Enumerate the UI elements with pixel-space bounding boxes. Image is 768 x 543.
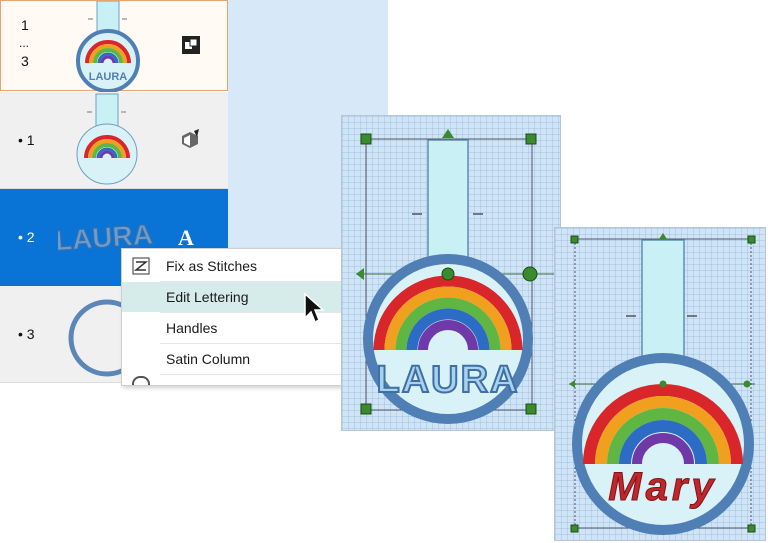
row-index: • 1 xyxy=(18,132,35,148)
preview-after-drawing: Mary xyxy=(569,233,756,535)
resize-handle[interactable] xyxy=(525,403,537,415)
resize-handle[interactable] xyxy=(747,235,756,244)
skew-handle[interactable] xyxy=(569,380,575,388)
object-row-group[interactable]: 1 ... 3 LAURA xyxy=(0,0,228,93)
menu-item-satin-column[interactable]: Satin Column xyxy=(122,344,346,374)
center-handle[interactable] xyxy=(441,267,455,281)
group-icon xyxy=(182,36,200,54)
baseline-handle[interactable] xyxy=(522,266,538,282)
row-index-end: 3 xyxy=(21,53,29,69)
row-index-start: 1 xyxy=(21,17,29,33)
stitch-object-icon xyxy=(182,129,199,148)
fix-stitches-icon xyxy=(132,257,150,275)
group-thumbnail: LAURA xyxy=(76,1,140,93)
menu-item-label: Satin Column xyxy=(166,351,251,367)
baseline-handle[interactable] xyxy=(743,380,751,388)
rainbow-thumbnail xyxy=(76,93,138,185)
resize-handle[interactable] xyxy=(360,403,372,415)
menu-item-label: Handles xyxy=(166,320,218,336)
design-preview-after[interactable]: Mary xyxy=(554,227,766,541)
menu-separator xyxy=(160,374,346,375)
undo-icon xyxy=(132,376,150,385)
rotate-handle[interactable] xyxy=(442,129,454,138)
object-row-1[interactable]: • 1 xyxy=(0,92,228,189)
menu-item-label: Edit Lettering xyxy=(166,289,249,305)
center-handle[interactable] xyxy=(659,380,667,388)
mouse-cursor-icon xyxy=(304,292,325,324)
preview-before-drawing: LAURA xyxy=(356,129,556,424)
preview-after-lettering: Mary xyxy=(608,465,717,509)
group-thumbnail-text: LAURA xyxy=(89,71,128,83)
row-index-ellipsis: ... xyxy=(19,36,30,50)
preview-before-lettering: LAURA xyxy=(377,359,520,401)
menu-item-label: Fix as Stitches xyxy=(166,258,258,274)
resize-handle[interactable] xyxy=(747,524,756,533)
resize-handle[interactable] xyxy=(360,133,372,145)
resize-handle[interactable] xyxy=(525,133,537,145)
resize-handle[interactable] xyxy=(570,524,579,533)
design-preview-before[interactable]: LAURA xyxy=(341,115,561,431)
row-index: • 2 xyxy=(18,229,35,245)
skew-handle[interactable] xyxy=(356,268,364,280)
row-index: • 3 xyxy=(18,326,35,342)
resize-handle[interactable] xyxy=(570,235,579,244)
lettering-icon: A xyxy=(178,225,194,250)
menu-item-fix-as-stitches[interactable]: Fix as Stitches xyxy=(122,251,346,281)
rotate-handle[interactable] xyxy=(659,233,667,239)
